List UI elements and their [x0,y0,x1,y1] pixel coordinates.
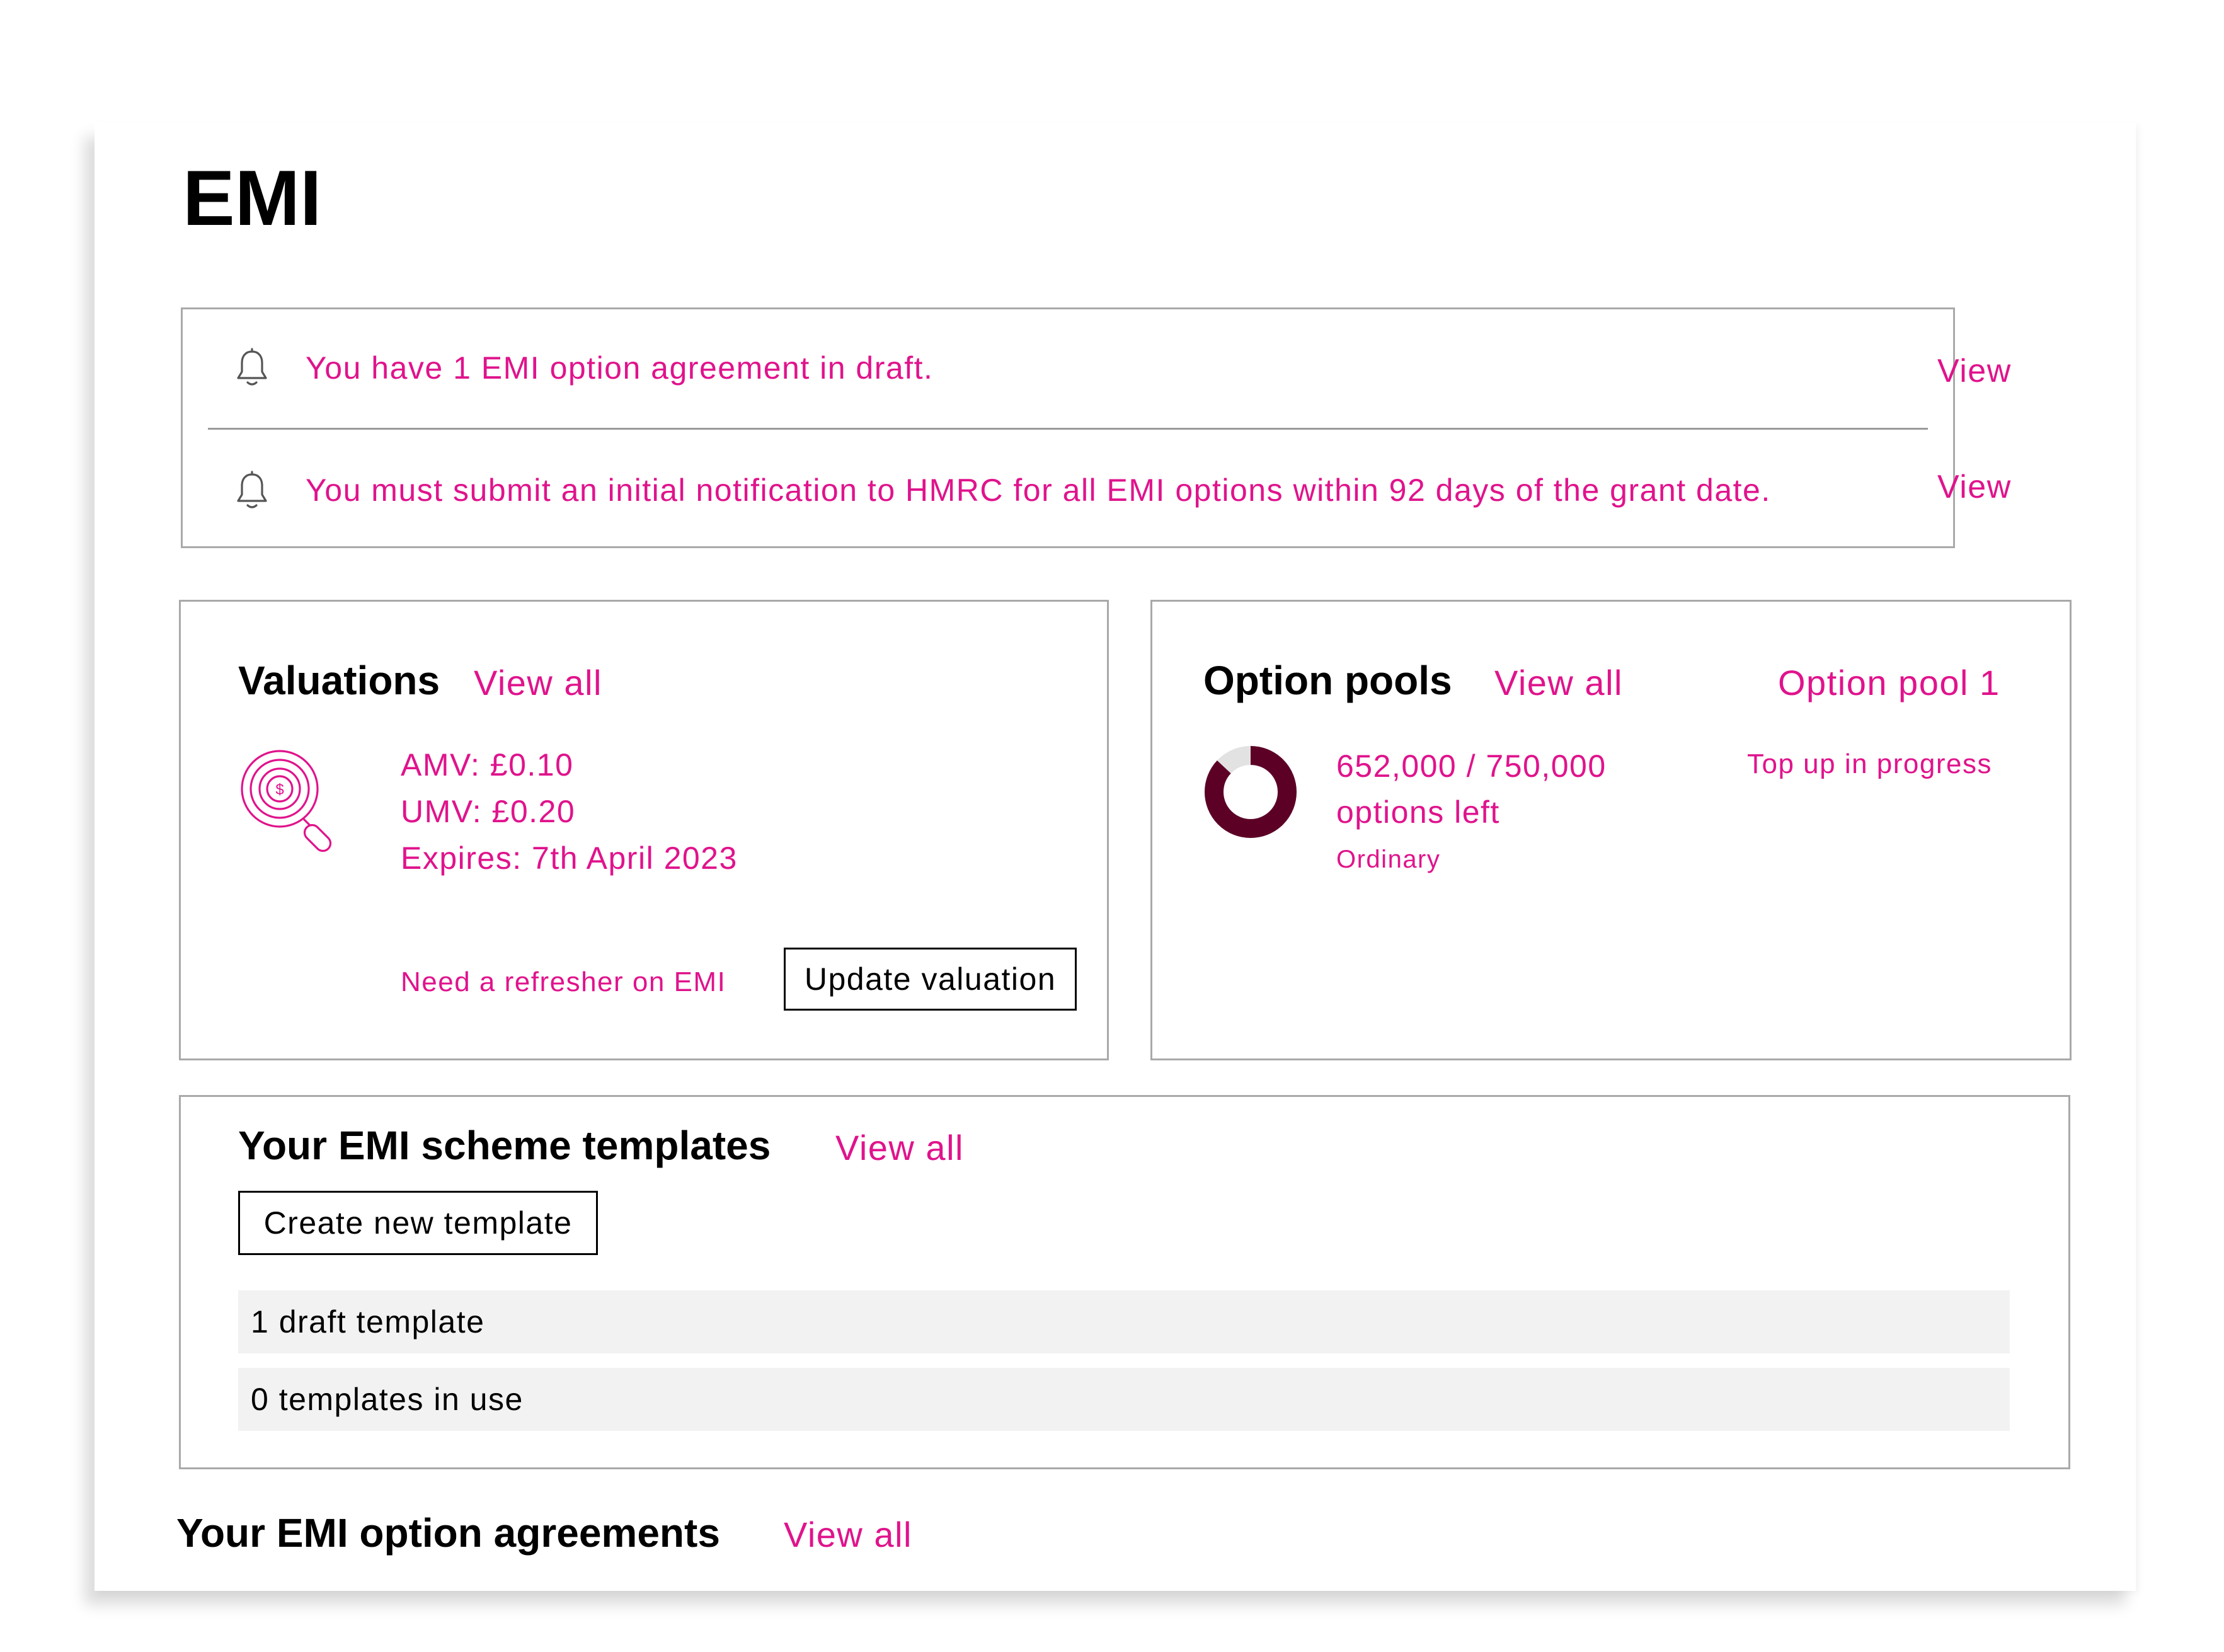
notification-text-draft: You have 1 EMI option agreement in draft… [306,350,934,386]
page-title: EMI [183,155,322,242]
notification-text-hmrc: You must submit an initial notification … [306,473,1771,508]
share-class-label: Ordinary [1336,846,1441,873]
svg-text:$: $ [275,781,284,798]
amv-value: AMV: £0.10 [401,747,574,783]
options-count: 652,000 / 750,000 [1336,749,1607,784]
valuations-view-all-link[interactable]: View all [474,659,602,707]
refresher-link[interactable]: Need a refresher on EMI [401,965,726,1000]
valuations-heading: Valuations [238,658,440,703]
create-new-template-button[interactable]: Create new template [238,1191,598,1255]
option-pool-name[interactable]: Option pool 1 [1778,659,2000,707]
valuation-magnifier-icon: $ [241,750,332,852]
option-pool-donut-chart [1205,746,1297,838]
agreements-view-all-link[interactable]: View all [784,1511,912,1559]
update-valuation-button[interactable]: Update valuation [784,948,1077,1011]
templates-heading: Your EMI scheme templates [238,1123,771,1168]
options-left-label: options left [1336,794,1500,830]
option-pools-view-all-link[interactable]: View all [1494,659,1623,707]
umv-value: UMV: £0.20 [401,794,576,829]
bell-icon [237,471,267,508]
agreements-heading: Your EMI option agreements [176,1510,720,1556]
valuation-expiry: Expires: 7th April 2023 [401,840,738,876]
notification-view-link-hmrc[interactable]: View [1937,468,2012,506]
option-pool-status: Top up in progress [1747,749,1992,779]
notification-view-link-draft[interactable]: View [1937,352,2012,390]
templates-view-all-link[interactable]: View all [835,1124,964,1172]
bell-icon [237,348,267,386]
notifications-divider [208,428,1928,430]
template-row-draft[interactable]: 1 draft template [238,1290,2010,1353]
template-row-in-use[interactable]: 0 templates in use [238,1368,2010,1431]
option-pools-heading: Option pools [1203,658,1452,703]
